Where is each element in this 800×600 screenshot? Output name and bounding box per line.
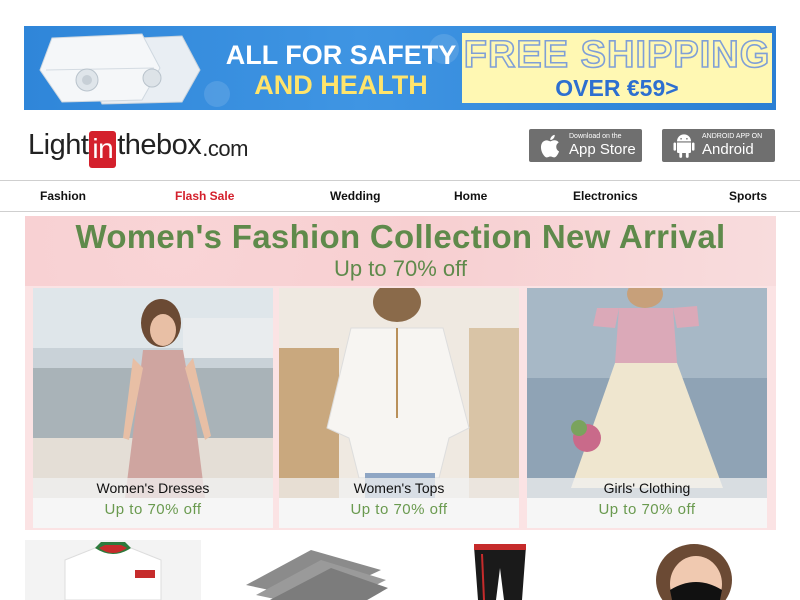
banner-headline: ALL FOR SAFETY AND HEALTH <box>206 40 476 100</box>
banner-line-2: AND HEALTH <box>254 70 428 100</box>
app-store-label: App Store <box>569 141 636 158</box>
face-mask-image <box>39 33 201 105</box>
promo-title: Women's Fashion Collection New Arrival <box>75 218 726 255</box>
nav-item-electronics[interactable]: Electronics <box>573 189 638 203</box>
safety-banner[interactable]: ALL FOR SAFETY AND HEALTH FREE SHIPPING … <box>24 26 776 110</box>
category-nav: Fashion Flash Sale Wedding Home Electron… <box>0 180 800 212</box>
nav-item-sports[interactable]: Sports <box>729 189 767 203</box>
card-discount: Up to 70% off <box>527 498 767 528</box>
product-child-face-mask[interactable] <box>640 540 740 600</box>
app-store-text: Download on the App Store <box>569 133 636 158</box>
logo-text-thebox: thebox <box>117 129 202 161</box>
free-shipping-title: FREE SHIPPING <box>463 33 771 77</box>
banner-line-1: ALL FOR SAFETY <box>225 40 457 70</box>
card-caption: Women's Dresses <box>33 478 273 498</box>
logo-text-light: Light <box>28 129 89 161</box>
site-logo[interactable]: Light in thebox .com <box>28 122 248 168</box>
card-discount: Up to 70% off <box>33 498 273 528</box>
nav-item-fashion[interactable]: Fashion <box>40 189 86 203</box>
android-subtext: ANDROID APP ON <box>702 133 763 140</box>
app-store-button[interactable]: Download on the App Store <box>529 129 642 162</box>
android-app-button[interactable]: ANDROID APP ON Android <box>662 129 775 162</box>
product-fabric-masks[interactable] <box>216 540 392 600</box>
womens-top-photo <box>279 288 519 498</box>
product-sports-pants[interactable] <box>460 540 540 600</box>
logo-text-com: .com <box>202 136 248 161</box>
product-cycling-jersey[interactable] <box>25 540 201 600</box>
nav-item-home[interactable]: Home <box>454 189 487 203</box>
nav-item-flash-sale[interactable]: Flash Sale <box>175 189 234 203</box>
free-shipping-box[interactable]: FREE SHIPPING OVER €59> <box>462 33 772 103</box>
promo-header[interactable]: Women's Fashion Collection New Arrival U… <box>25 216 776 286</box>
free-shipping-threshold: OVER €59> <box>555 75 679 101</box>
promo-subtitle: Up to 70% off <box>334 256 467 281</box>
category-card-womens-dresses[interactable]: Women's Dresses Up to 70% off <box>33 288 273 528</box>
category-card-girls-clothing[interactable]: Girls' Clothing Up to 70% off <box>527 288 767 528</box>
card-discount: Up to 70% off <box>279 498 519 528</box>
app-store-subtext: Download on the <box>569 133 622 140</box>
android-label: Android <box>702 141 754 158</box>
android-icon <box>673 133 695 158</box>
girls-clothing-photo <box>527 288 767 498</box>
category-card-womens-tops[interactable]: Women's Tops Up to 70% off <box>279 288 519 528</box>
card-caption: Girls' Clothing <box>527 478 767 498</box>
android-text: ANDROID APP ON Android <box>702 133 762 158</box>
logo-text-in: in <box>89 131 117 168</box>
nav-item-wedding[interactable]: Wedding <box>330 189 380 203</box>
card-caption: Women's Tops <box>279 478 519 498</box>
apple-icon <box>540 134 560 157</box>
womens-dress-photo <box>33 288 273 498</box>
